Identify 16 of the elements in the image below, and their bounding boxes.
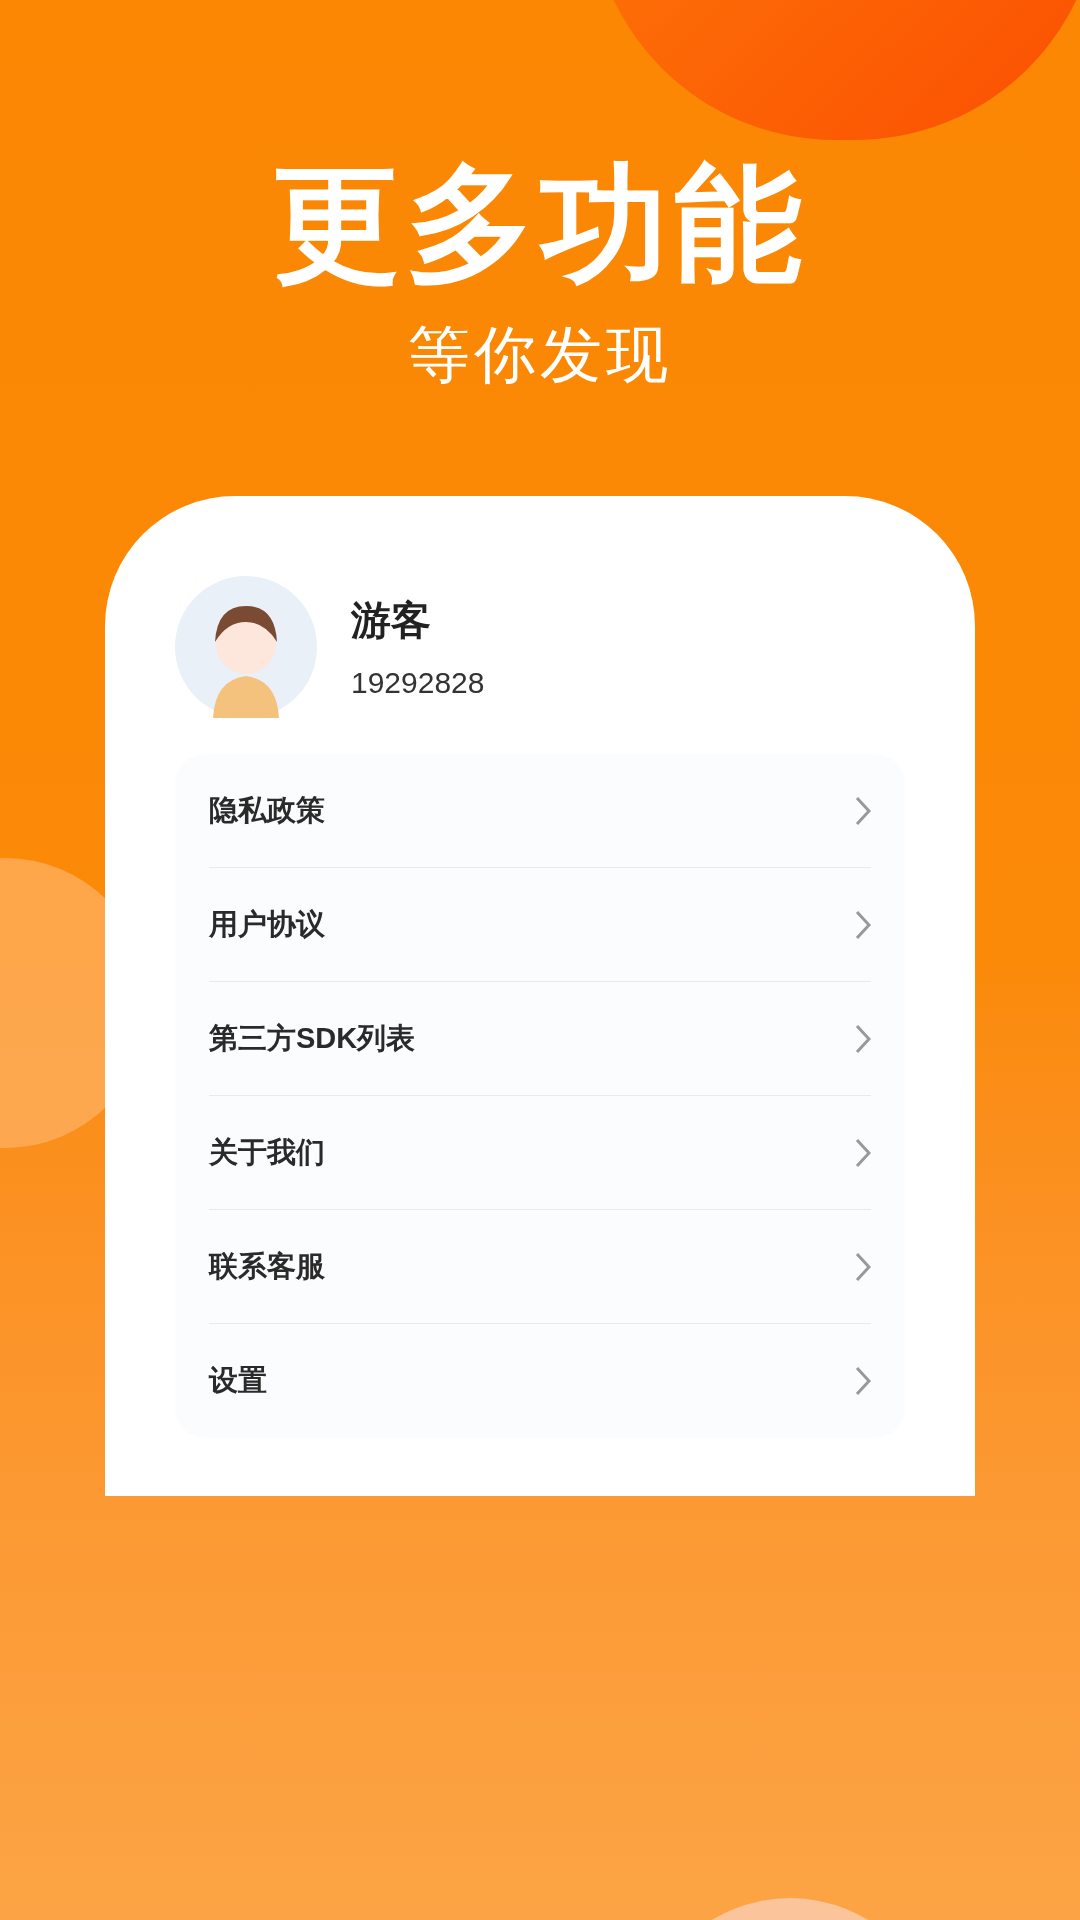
subheadline: 等你发现 bbox=[408, 324, 672, 386]
chevron-icon bbox=[855, 1251, 871, 1282]
user-id: 19292828 bbox=[351, 664, 485, 701]
chevron-icon bbox=[855, 1366, 871, 1396]
headline: 更多功能 bbox=[272, 160, 808, 288]
menu-item[interactable]: 隐私政策 bbox=[209, 754, 871, 868]
chevron-icon bbox=[855, 1137, 871, 1168]
chevron-icon bbox=[855, 909, 871, 940]
menu-item[interactable]: 关于我们 bbox=[209, 1096, 871, 1210]
menu-item[interactable]: 联系客服 bbox=[209, 1210, 871, 1324]
menu-item[interactable]: 设置 bbox=[209, 1324, 871, 1438]
chevron-icon bbox=[855, 1023, 871, 1054]
user-name: 游客 bbox=[351, 596, 432, 644]
menu-item[interactable]: 第三方SDK列表 bbox=[209, 982, 871, 1096]
menu-item[interactable]: 用户协议 bbox=[209, 868, 871, 982]
chevron-icon bbox=[855, 795, 871, 826]
